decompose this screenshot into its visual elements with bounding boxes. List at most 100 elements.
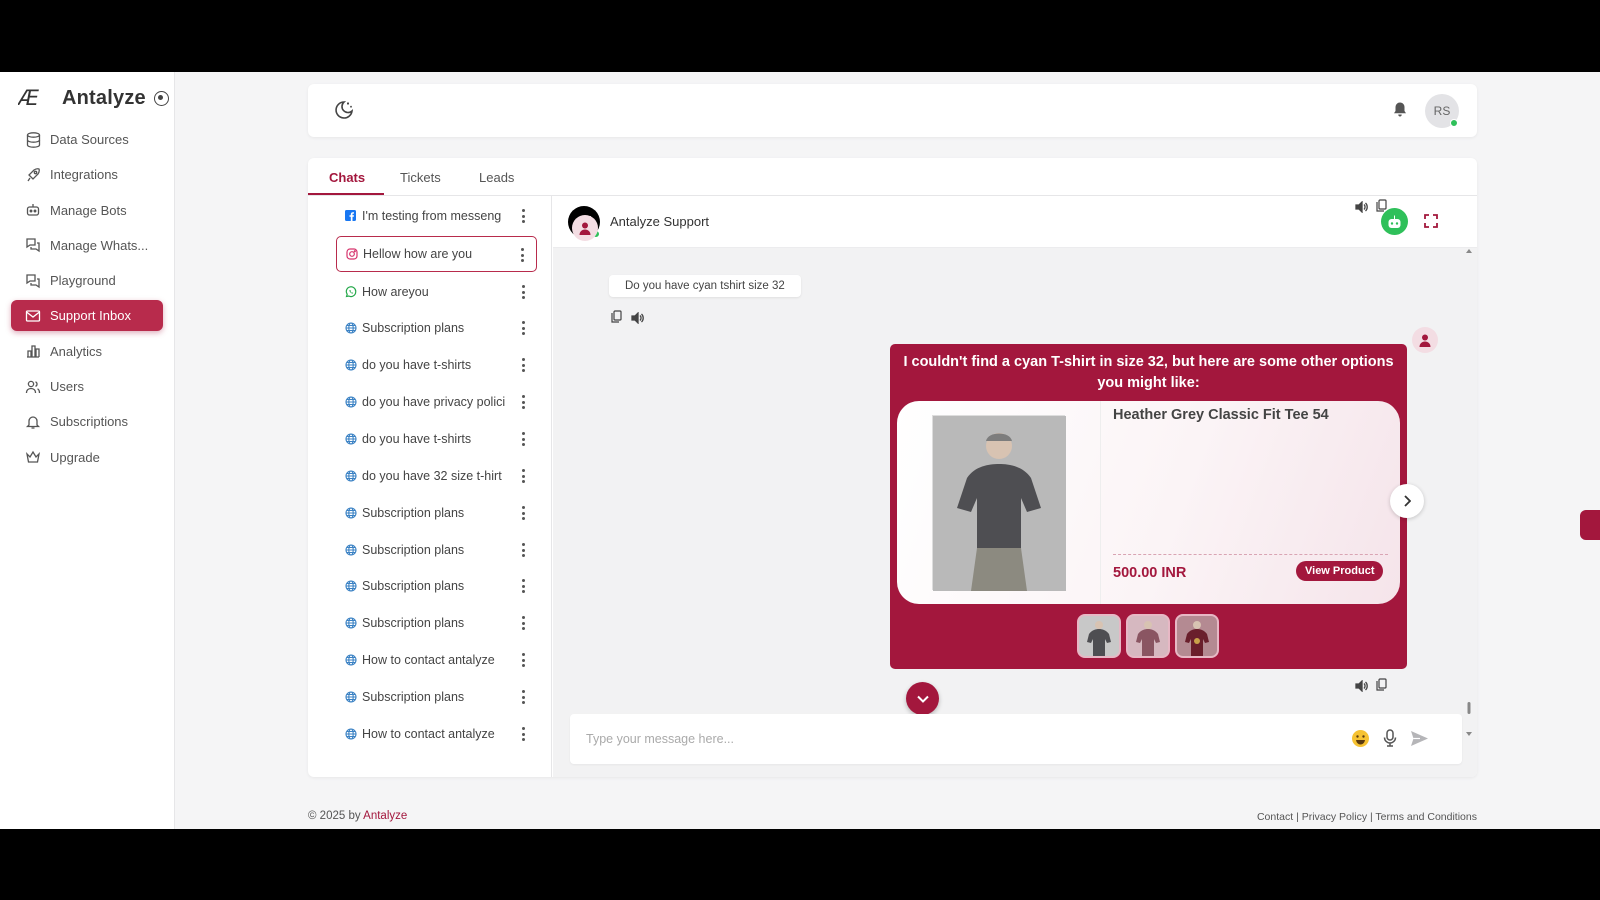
chat-list-item[interactable]: do you have t-shirts: [336, 421, 537, 457]
chat-list-item[interactable]: Subscription plans: [336, 568, 537, 604]
conversation-title: Antalyze Support: [610, 214, 710, 229]
more-options-icon[interactable]: [521, 543, 525, 557]
moon-icon[interactable]: [334, 100, 354, 125]
more-options-icon[interactable]: [521, 579, 525, 593]
bot-avatar: [1412, 327, 1438, 353]
facebook-icon: [345, 210, 357, 222]
copyright: © 2025 by: [308, 810, 364, 822]
copy-icon[interactable]: [1376, 678, 1387, 696]
chat-list-item[interactable]: Hellow how are you: [336, 236, 537, 272]
sidebar-toggle-icon[interactable]: [153, 90, 169, 106]
chat-list-item[interactable]: How areyou: [336, 274, 537, 310]
speaker-icon[interactable]: [1355, 679, 1368, 697]
more-options-icon[interactable]: [521, 395, 525, 409]
product-thumbnail[interactable]: [1175, 614, 1219, 658]
chat-title: Subscription plans: [362, 506, 465, 520]
carousel-next-button[interactable]: [1390, 484, 1424, 518]
more-options-icon[interactable]: [520, 248, 524, 262]
more-options-icon[interactable]: [521, 616, 525, 630]
globe-icon: [345, 617, 357, 629]
more-options-icon[interactable]: [521, 469, 525, 483]
tab-leads[interactable]: Leads: [479, 170, 514, 185]
fullscreen-icon[interactable]: [1424, 214, 1438, 233]
sidebar-item-integrations[interactable]: Integrations: [11, 159, 163, 190]
chat-list-item[interactable]: Subscription plans: [336, 679, 537, 715]
chat-list-item[interactable]: Subscription plans: [336, 495, 537, 531]
microphone-icon[interactable]: [1383, 729, 1397, 752]
globe-icon: [345, 544, 357, 556]
sidebar-item-data-sources[interactable]: Data Sources: [11, 124, 163, 155]
bot-message: I couldn't find a cyan T-shirt in size 3…: [890, 344, 1424, 669]
top-bar: RS: [308, 84, 1477, 137]
sidebar-item-users[interactable]: Users: [11, 371, 163, 402]
chat-list-item[interactable]: Subscription plans: [336, 605, 537, 641]
chat-title: How to contact antalyze: [362, 727, 495, 741]
chat-list-item[interactable]: do you have privacy polici: [336, 384, 537, 420]
chat-title: Subscription plans: [362, 321, 465, 335]
more-options-icon[interactable]: [521, 358, 525, 372]
chat-list-item[interactable]: How to contact antalyze: [336, 642, 537, 678]
more-options-icon[interactable]: [521, 727, 525, 741]
product-thumbnail[interactable]: [1126, 614, 1170, 658]
sidebar-item-support-inbox[interactable]: Support Inbox: [11, 300, 163, 332]
chat-bubbles-icon: [25, 273, 41, 289]
more-options-icon[interactable]: [521, 690, 525, 704]
more-options-icon[interactable]: [521, 209, 525, 223]
chat-list-item[interactable]: do you have 32 size t-hirt: [336, 458, 537, 494]
user-icon: [579, 222, 591, 235]
avatar-initials: RS: [1433, 104, 1451, 118]
emoji-icon[interactable]: [1351, 729, 1370, 753]
send-icon[interactable]: [1410, 730, 1429, 752]
copy-icon[interactable]: [1376, 199, 1387, 217]
tab-tickets[interactable]: Tickets: [400, 170, 441, 185]
message-input[interactable]: [586, 728, 1326, 750]
chat-list-item[interactable]: I'm testing from messeng: [336, 198, 537, 234]
user-avatar: [572, 215, 598, 241]
more-options-icon[interactable]: [521, 432, 525, 446]
chat-list-item[interactable]: Subscription plans: [336, 532, 537, 568]
sidebar-item-label: Data Sources: [50, 132, 129, 147]
sidebar-item-manage-whatsapp[interactable]: Manage Whats...: [11, 230, 163, 261]
avatar[interactable]: RS: [1425, 94, 1459, 128]
chat-title: Subscription plans: [362, 616, 465, 630]
sidebar-item-label: Integrations: [50, 167, 118, 183]
user-icon: [1419, 334, 1431, 347]
crown-icon: [25, 449, 41, 465]
product-thumbnail[interactable]: [1077, 614, 1121, 658]
product-image: [932, 415, 1066, 591]
chat-list-item[interactable]: Subscription plans: [336, 310, 537, 346]
more-options-icon[interactable]: [521, 653, 525, 667]
user-message-text: Do you have cyan tshirt size 32: [625, 280, 785, 292]
speaker-icon[interactable]: [1355, 200, 1368, 218]
more-options-icon[interactable]: [521, 321, 525, 335]
feedback-side-tab[interactable]: [1580, 510, 1600, 540]
sidebar-item-playground[interactable]: Playground: [11, 265, 163, 296]
footer-brand-link[interactable]: Antalyze: [363, 810, 407, 822]
sidebar-item-analytics[interactable]: Analytics: [11, 336, 163, 367]
footer-links[interactable]: Contact | Privacy Policy | Terms and Con…: [1257, 811, 1477, 823]
bell-icon: [25, 414, 41, 430]
chat-list-item[interactable]: do you have t-shirts: [336, 347, 537, 383]
view-product-button[interactable]: View Product: [1296, 561, 1384, 581]
rocket-icon: [25, 167, 41, 183]
bot-message-text: I couldn't find a cyan T-shirt in size 3…: [903, 354, 1394, 391]
chevron-down-icon: [916, 695, 929, 703]
database-icon: [25, 131, 41, 148]
chat-list-item[interactable]: How to contact antalyze: [336, 716, 537, 752]
scrollbar[interactable]: [1465, 248, 1473, 738]
scroll-to-bottom-button[interactable]: [906, 682, 939, 715]
sidebar-item-upgrade[interactable]: Upgrade: [11, 442, 163, 473]
tab-chats[interactable]: Chats: [329, 170, 365, 185]
sidebar-item-label: Manage Whats...: [50, 237, 149, 253]
sidebar-item-manage-bots[interactable]: Manage Bots: [11, 195, 163, 226]
bell-icon[interactable]: [1393, 102, 1407, 123]
svg-text:Æ: Æ: [18, 87, 39, 109]
chat-title: Subscription plans: [362, 579, 465, 593]
globe-icon: [345, 396, 357, 408]
more-options-icon[interactable]: [521, 506, 525, 520]
more-options-icon[interactable]: [521, 285, 525, 299]
chat-title: Subscription plans: [362, 690, 465, 704]
copy-icon[interactable]: [611, 310, 622, 328]
speaker-icon[interactable]: [631, 311, 644, 329]
sidebar-item-subscriptions[interactable]: Subscriptions: [11, 406, 163, 437]
